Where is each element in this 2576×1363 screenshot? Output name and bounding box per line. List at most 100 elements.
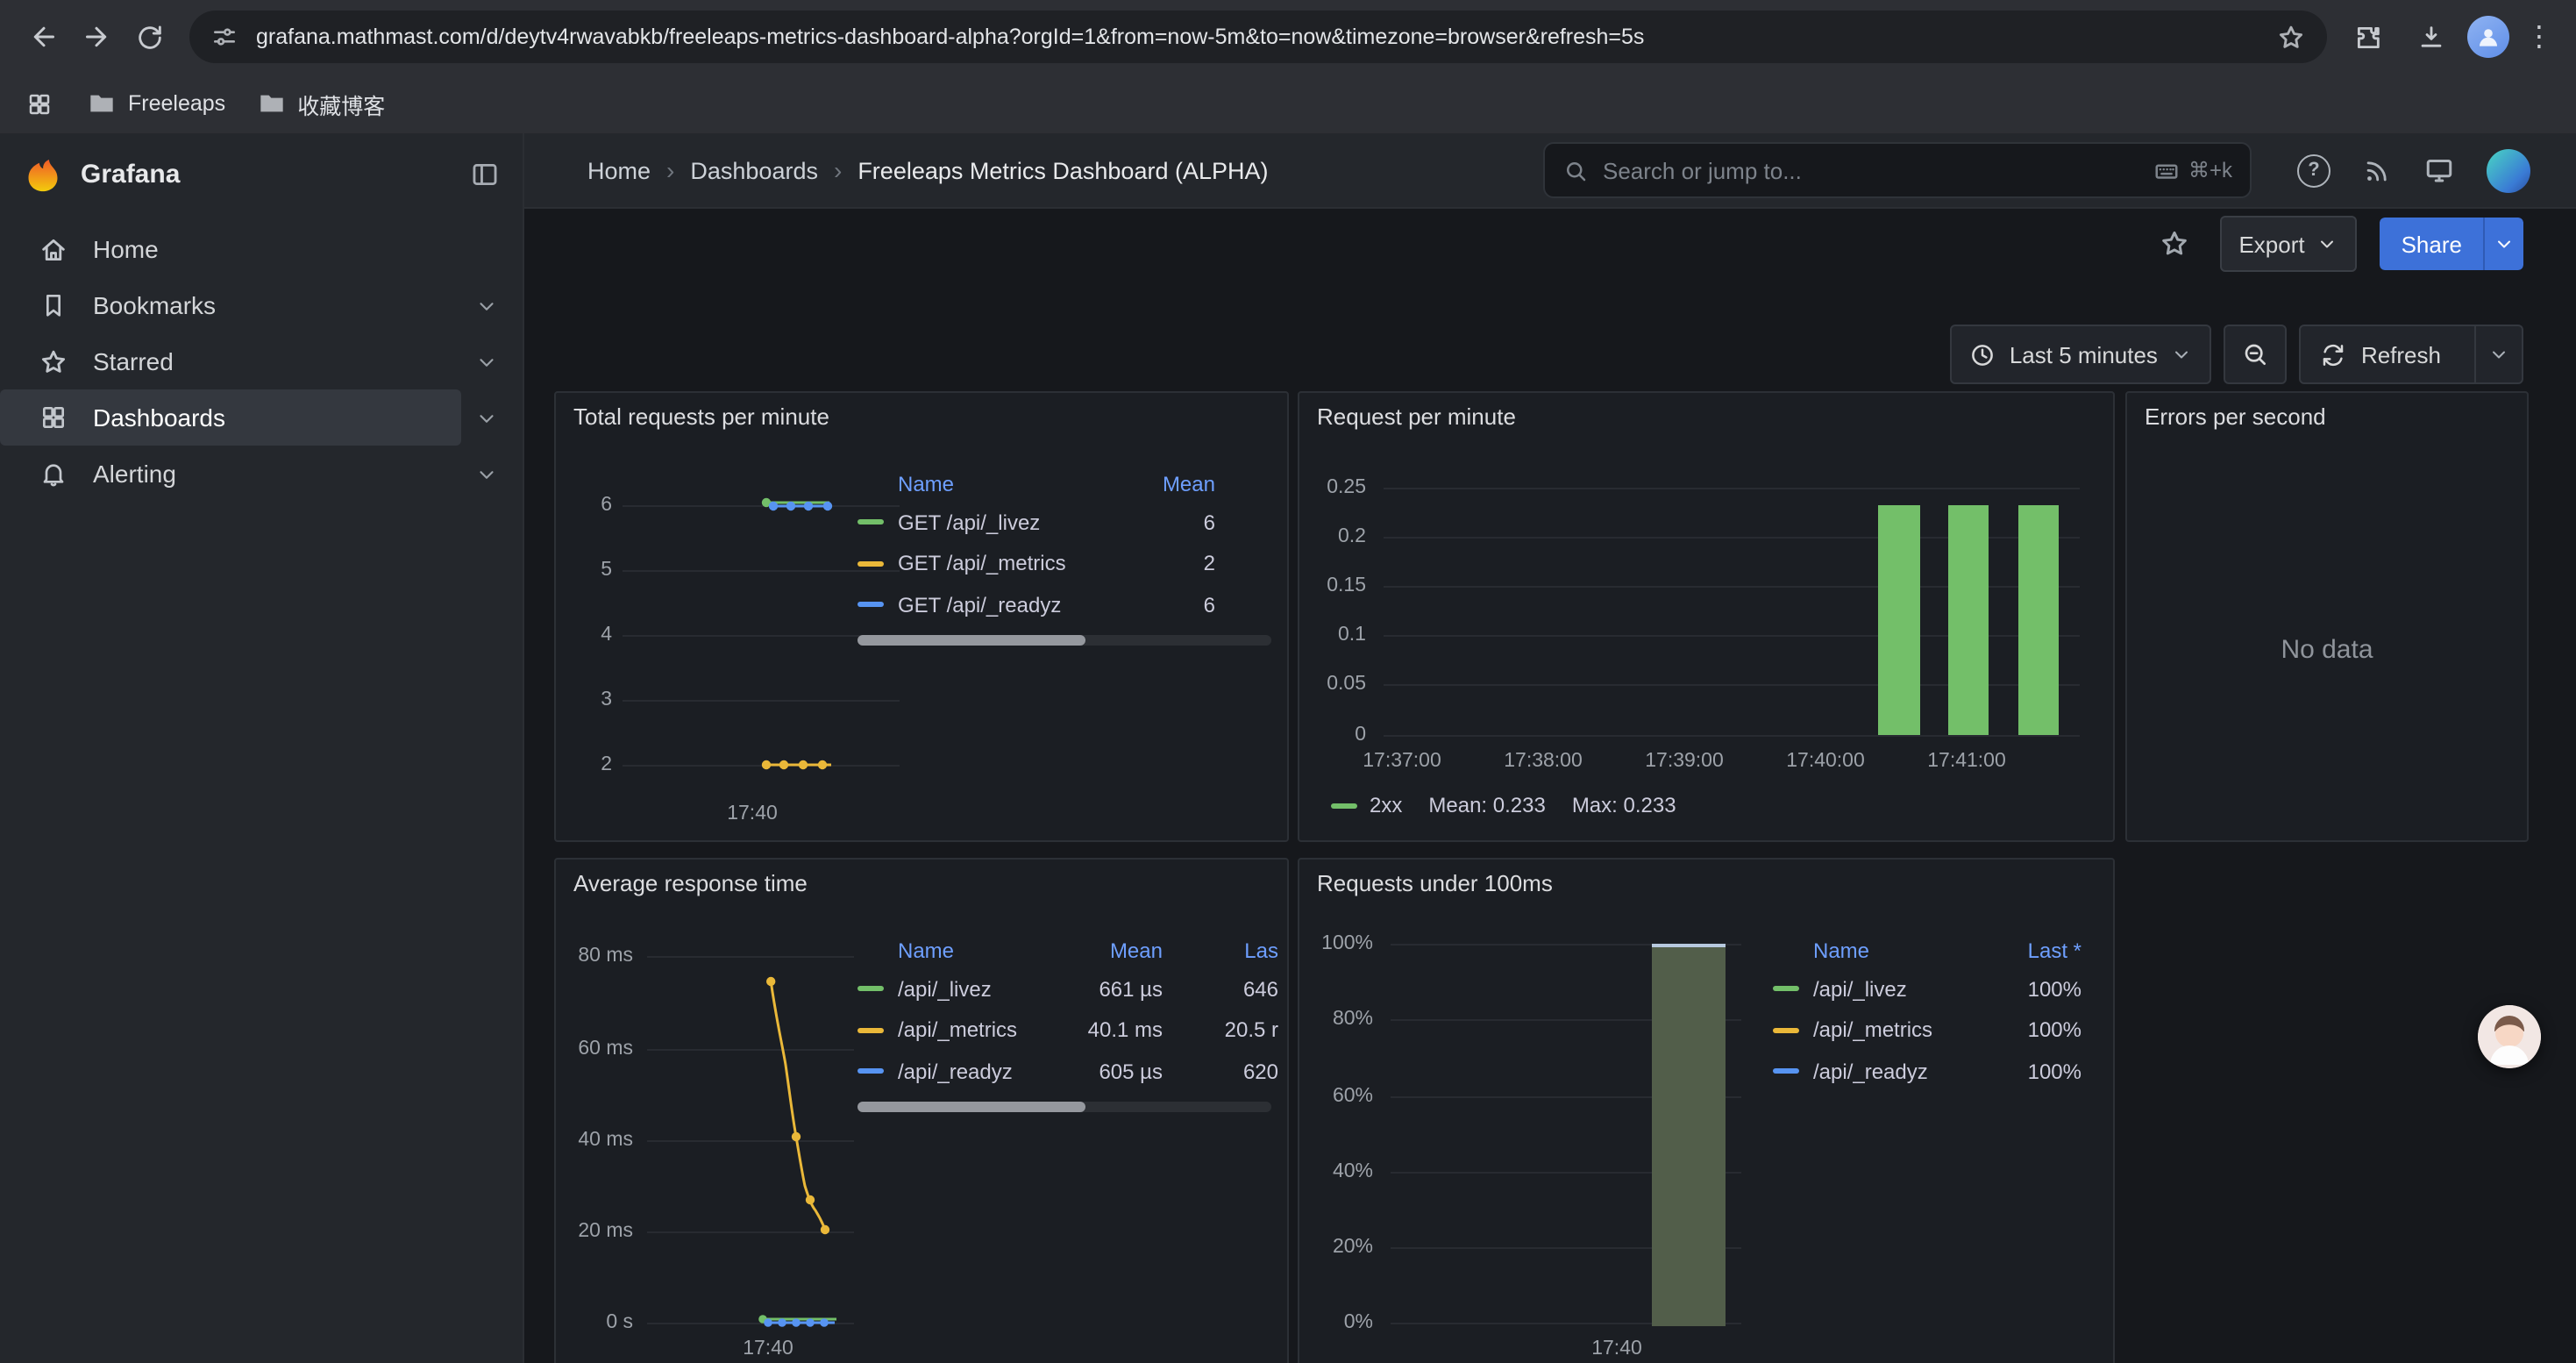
reload-button[interactable]	[123, 11, 175, 63]
y-tick: 20%	[1306, 1235, 1373, 1260]
legend-scrollbar[interactable]	[857, 635, 1271, 646]
browser-menu-button[interactable]: ⋮	[2520, 19, 2558, 54]
floating-assistant-avatar[interactable]	[2478, 1005, 2541, 1068]
y-tick: 5	[566, 558, 612, 582]
time-range-picker[interactable]: Last 5 minutes	[1950, 325, 2212, 384]
zoom-out-icon	[2242, 340, 2270, 368]
legend-table: Name Last * /api/_livez 100% /api/_metri…	[1773, 931, 2081, 1092]
series-color-blue	[857, 1069, 884, 1074]
legend-col-name[interactable]: Name	[898, 938, 1036, 962]
chevron-down-icon[interactable]	[475, 462, 498, 485]
refresh-icon	[2321, 341, 2347, 368]
panel-title[interactable]: Average response time	[573, 870, 808, 896]
y-tick: 0 s	[563, 1310, 633, 1335]
bookmark-star-icon[interactable]	[2276, 22, 2306, 52]
browser-profile-avatar[interactable]	[2467, 16, 2509, 58]
share-menu-button[interactable]	[2483, 218, 2523, 270]
panel-errors-per-second: Errors per second No data	[2125, 391, 2529, 842]
reload-icon	[134, 22, 164, 52]
rss-icon	[2362, 155, 2392, 185]
user-avatar[interactable]	[2487, 148, 2530, 192]
favorite-dashboard-button[interactable]	[2151, 221, 2196, 267]
kiosk-mode-button[interactable]	[2423, 154, 2455, 186]
series-name[interactable]: /api/_livez	[898, 977, 1036, 1002]
sidebar-item-home[interactable]: Home	[0, 221, 523, 277]
dock-sidebar-button[interactable]	[470, 159, 500, 189]
legend-scrollbar[interactable]	[857, 1102, 1271, 1112]
panel-title[interactable]: Errors per second	[2145, 403, 2326, 430]
series-name[interactable]: 2xx	[1370, 793, 1402, 817]
legend-header: Name Last *	[1773, 931, 2081, 968]
legend-row: GET /api/_readyz 6	[857, 584, 1271, 625]
bookmark-item[interactable]: Freeleaps	[88, 89, 225, 118]
x-tick: 17:41:00	[1927, 749, 2006, 774]
legend-header: Name Mean	[857, 465, 1271, 502]
series-name[interactable]: /api/_metrics	[898, 1018, 1036, 1043]
legend-col-mean[interactable]: Mean	[1110, 471, 1271, 496]
star-icon	[39, 346, 68, 376]
series-name[interactable]: GET /api/_readyz	[898, 593, 1110, 617]
chevron-down-icon[interactable]	[475, 294, 498, 317]
news-button[interactable]	[2362, 155, 2392, 185]
series-color-yellow	[1773, 1028, 1799, 1033]
series-name[interactable]: GET /api/_livez	[898, 510, 1110, 535]
refresh-label: Refresh	[2361, 341, 2441, 368]
legend-col-name[interactable]: Name	[898, 471, 1110, 496]
legend-col-last[interactable]: Last *	[1973, 938, 2081, 962]
bookmark-item[interactable]: 收藏博客	[257, 87, 385, 120]
url-bar[interactable]: grafana.mathmast.com/d/deytv4rwavabkb/fr…	[189, 11, 2327, 63]
zoom-out-time-button[interactable]	[2224, 325, 2288, 384]
panel-title[interactable]: Requests under 100ms	[1317, 870, 1553, 896]
export-button[interactable]: Export	[2219, 216, 2357, 272]
search-input[interactable]: Search or jump to... ⌘+k	[1543, 142, 2252, 198]
series-last: 20.5 r	[1180, 1018, 1278, 1043]
sidebar-item-bookmarks[interactable]: Bookmarks	[0, 277, 523, 333]
share-button[interactable]: Share	[2380, 218, 2483, 270]
person-icon	[2474, 23, 2502, 51]
breadcrumb-home[interactable]: Home	[587, 157, 651, 183]
breadcrumb-current: Freeleaps Metrics Dashboard (ALPHA)	[857, 157, 1268, 183]
sidebar-item-dashboards[interactable]: Dashboards	[0, 389, 461, 446]
chevron-down-icon[interactable]	[475, 406, 498, 429]
scrollbar-thumb[interactable]	[857, 635, 1085, 646]
grafana-logo-icon[interactable]	[23, 153, 63, 194]
back-button[interactable]	[18, 11, 70, 63]
refresh-interval-button[interactable]	[2474, 326, 2522, 382]
series-name[interactable]: /api/_livez	[1813, 977, 1973, 1002]
help-button[interactable]: ?	[2297, 153, 2330, 187]
downloads-button[interactable]	[2404, 11, 2457, 63]
extensions-button[interactable]	[2341, 11, 2394, 63]
apps-shortcut-button[interactable]	[21, 86, 56, 121]
browser-chrome: grafana.mathmast.com/d/deytv4rwavabkb/fr…	[0, 0, 2576, 133]
legend-col-name[interactable]: Name	[1813, 938, 1973, 962]
sidebar-item-starred[interactable]: Starred	[0, 333, 523, 389]
search-placeholder: Search or jump to...	[1603, 157, 2139, 183]
refresh-button[interactable]: Refresh	[2302, 326, 2460, 382]
y-tick: 4	[566, 623, 612, 647]
chevron-down-icon[interactable]	[475, 350, 498, 373]
breadcrumb-dashboards[interactable]: Dashboards	[690, 157, 818, 183]
dashboards-grid-icon	[39, 403, 68, 432]
share-split-button: Share	[2380, 218, 2523, 270]
apps-grid-icon	[25, 90, 52, 117]
bar-2xx	[1947, 505, 1989, 735]
series-name[interactable]: /api/_readyz	[1813, 1060, 1973, 1084]
y-tick: 80%	[1306, 1007, 1373, 1031]
bar-2xx	[2017, 505, 2059, 735]
brand-name: Grafana	[81, 159, 452, 189]
panel-title[interactable]: Total requests per minute	[573, 403, 829, 430]
series-name[interactable]: GET /api/_metrics	[898, 552, 1110, 576]
arrow-right-icon	[81, 21, 112, 53]
scrollbar-thumb[interactable]	[857, 1102, 1085, 1112]
sidebar-item-alerting[interactable]: Alerting	[0, 446, 523, 502]
series-name[interactable]: /api/_readyz	[898, 1060, 1036, 1084]
forward-button[interactable]	[70, 11, 123, 63]
legend-col-last[interactable]: Las	[1180, 938, 1278, 962]
legend-col-mean[interactable]: Mean	[1036, 938, 1163, 962]
series-color-green	[1773, 987, 1799, 992]
series-name[interactable]: /api/_metrics	[1813, 1018, 1973, 1043]
toolbar-right: ⋮	[2341, 11, 2558, 63]
site-settings-icon[interactable]	[210, 23, 238, 51]
chevron-down-icon	[2317, 233, 2338, 254]
panel-title[interactable]: Request per minute	[1317, 403, 1516, 430]
